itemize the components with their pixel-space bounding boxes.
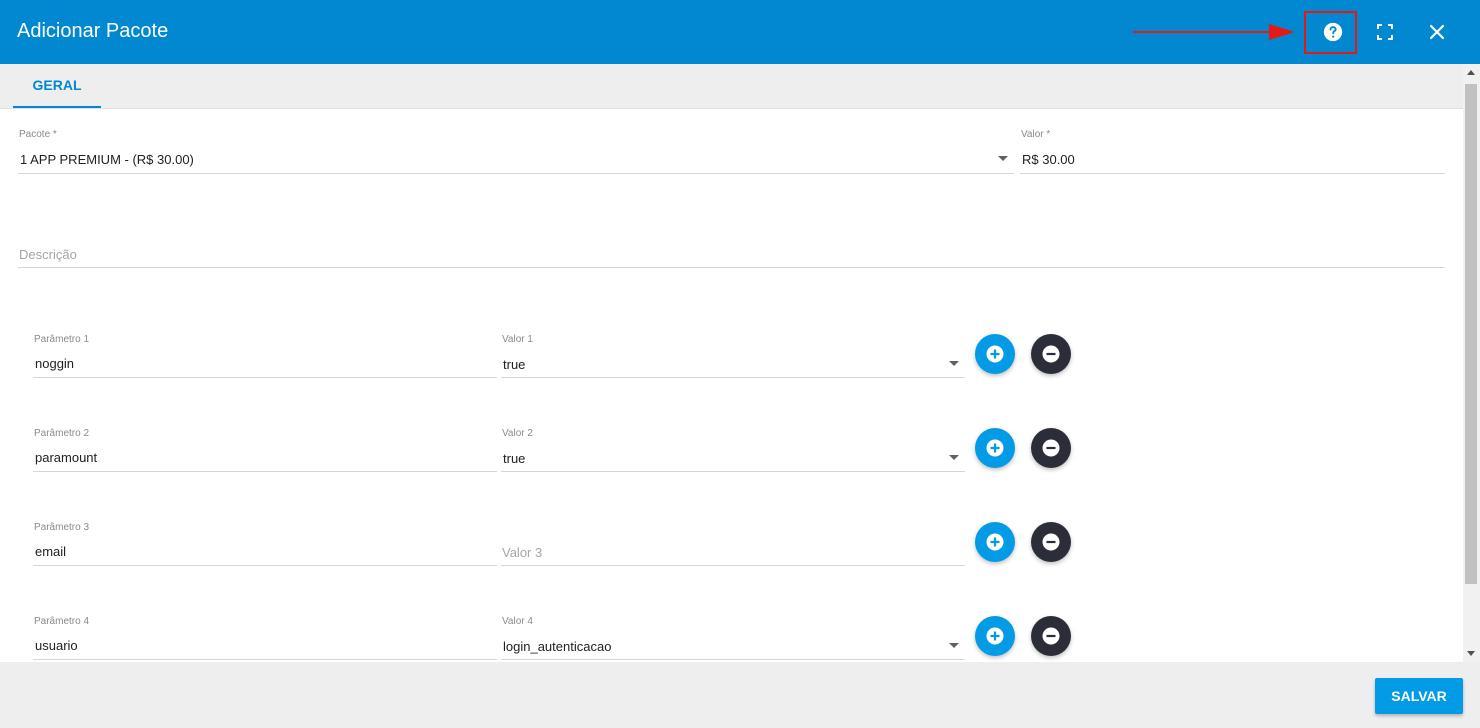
valor-3-placeholder: Valor 3 <box>502 545 543 560</box>
add-param-4-button[interactable] <box>975 616 1015 656</box>
valor-2-value: true <box>503 451 526 466</box>
plus-circle-icon <box>986 533 1004 551</box>
parametro-3-input[interactable]: Parâmetro 3 email <box>33 522 497 566</box>
valor-label: Valor * <box>1021 129 1051 140</box>
form-content: Pacote * 1 APP PREMIUM - (R$ 30.00) Valo… <box>0 109 1463 662</box>
minus-circle-icon <box>1042 627 1060 645</box>
save-button[interactable]: SALVAR <box>1375 678 1463 714</box>
valor-4-label: Valor 4 <box>502 616 533 627</box>
valor-field[interactable]: Valor * R$ 30.00 <box>1020 129 1445 174</box>
plus-circle-icon <box>986 439 1004 457</box>
pacote-label: Pacote * <box>19 129 57 140</box>
add-param-2-button[interactable] <box>975 428 1015 468</box>
dialog-title: Adicionar Pacote <box>17 20 169 42</box>
scrollbar-thumb[interactable] <box>1465 84 1477 584</box>
plus-circle-icon <box>986 627 1004 645</box>
parametro-3-value: email <box>35 544 67 559</box>
scroll-up-arrow-icon[interactable] <box>1467 70 1475 75</box>
annotation-arrow <box>1133 24 1295 40</box>
minus-circle-icon <box>1042 439 1060 457</box>
valor-1-select[interactable]: Valor 1 true <box>501 334 965 378</box>
descricao-input[interactable]: Descrição <box>18 229 1445 268</box>
dialog-footer: SALVAR <box>0 662 1480 728</box>
close-button[interactable] <box>1419 14 1455 50</box>
minus-circle-icon <box>1042 345 1060 363</box>
valor-4-select[interactable]: Valor 4 login_autenticacao <box>501 616 965 660</box>
parametro-2-label: Parâmetro 2 <box>34 428 90 439</box>
valor-value: R$ 30.00 <box>1022 152 1075 167</box>
parametro-1-value: noggin <box>35 356 75 371</box>
scroll-down-arrow-icon[interactable] <box>1467 651 1475 656</box>
parametro-3-label: Parâmetro 3 <box>34 522 90 533</box>
remove-param-3-button[interactable] <box>1031 522 1071 562</box>
remove-param-1-button[interactable] <box>1031 334 1071 374</box>
valor-1-label: Valor 1 <box>502 334 533 345</box>
parametro-1-label: Parâmetro 1 <box>34 334 90 345</box>
pacote-select[interactable]: Pacote * 1 APP PREMIUM - (R$ 30.00) <box>18 129 1014 174</box>
tab-bar: GERAL <box>0 64 1463 109</box>
add-param-3-button[interactable] <box>975 522 1015 562</box>
remove-param-2-button[interactable] <box>1031 428 1071 468</box>
parametro-4-label: Parâmetro 4 <box>34 616 90 627</box>
add-param-1-button[interactable] <box>975 334 1015 374</box>
pacote-dropdown-arrow-icon[interactable] <box>998 156 1008 161</box>
valor-2-label: Valor 2 <box>502 428 533 439</box>
valor-2-dropdown-arrow-icon[interactable] <box>949 455 959 460</box>
remove-param-4-button[interactable] <box>1031 616 1071 656</box>
parametro-2-value: paramount <box>35 450 98 465</box>
plus-circle-icon <box>986 345 1004 363</box>
valor-3-input[interactable]: Valor 3 <box>501 522 965 566</box>
help-circle-icon <box>1323 22 1343 42</box>
close-icon <box>1429 24 1445 40</box>
valor-4-dropdown-arrow-icon[interactable] <box>949 643 959 648</box>
fullscreen-button[interactable] <box>1367 14 1403 50</box>
dialog-header: Adicionar Pacote <box>0 0 1480 64</box>
valor-4-value: login_autenticacao <box>503 639 612 654</box>
parametro-2-input[interactable]: Parâmetro 2 paramount <box>33 428 497 472</box>
fullscreen-icon <box>1377 24 1393 40</box>
tab-geral[interactable]: GERAL <box>13 64 101 108</box>
minus-circle-icon <box>1042 533 1060 551</box>
content-scrollbar[interactable] <box>1463 64 1480 662</box>
valor-2-select[interactable]: Valor 2 true <box>501 428 965 472</box>
pacote-value: 1 APP PREMIUM - (R$ 30.00) <box>20 152 194 167</box>
parametro-4-input[interactable]: Parâmetro 4 usuario <box>33 616 497 660</box>
help-button[interactable] <box>1315 14 1351 50</box>
valor-1-dropdown-arrow-icon[interactable] <box>949 361 959 366</box>
descricao-placeholder: Descrição <box>19 247 77 262</box>
valor-1-value: true <box>503 357 526 372</box>
parametro-4-value: usuario <box>35 638 78 653</box>
parametro-1-input[interactable]: Parâmetro 1 noggin <box>33 334 497 378</box>
